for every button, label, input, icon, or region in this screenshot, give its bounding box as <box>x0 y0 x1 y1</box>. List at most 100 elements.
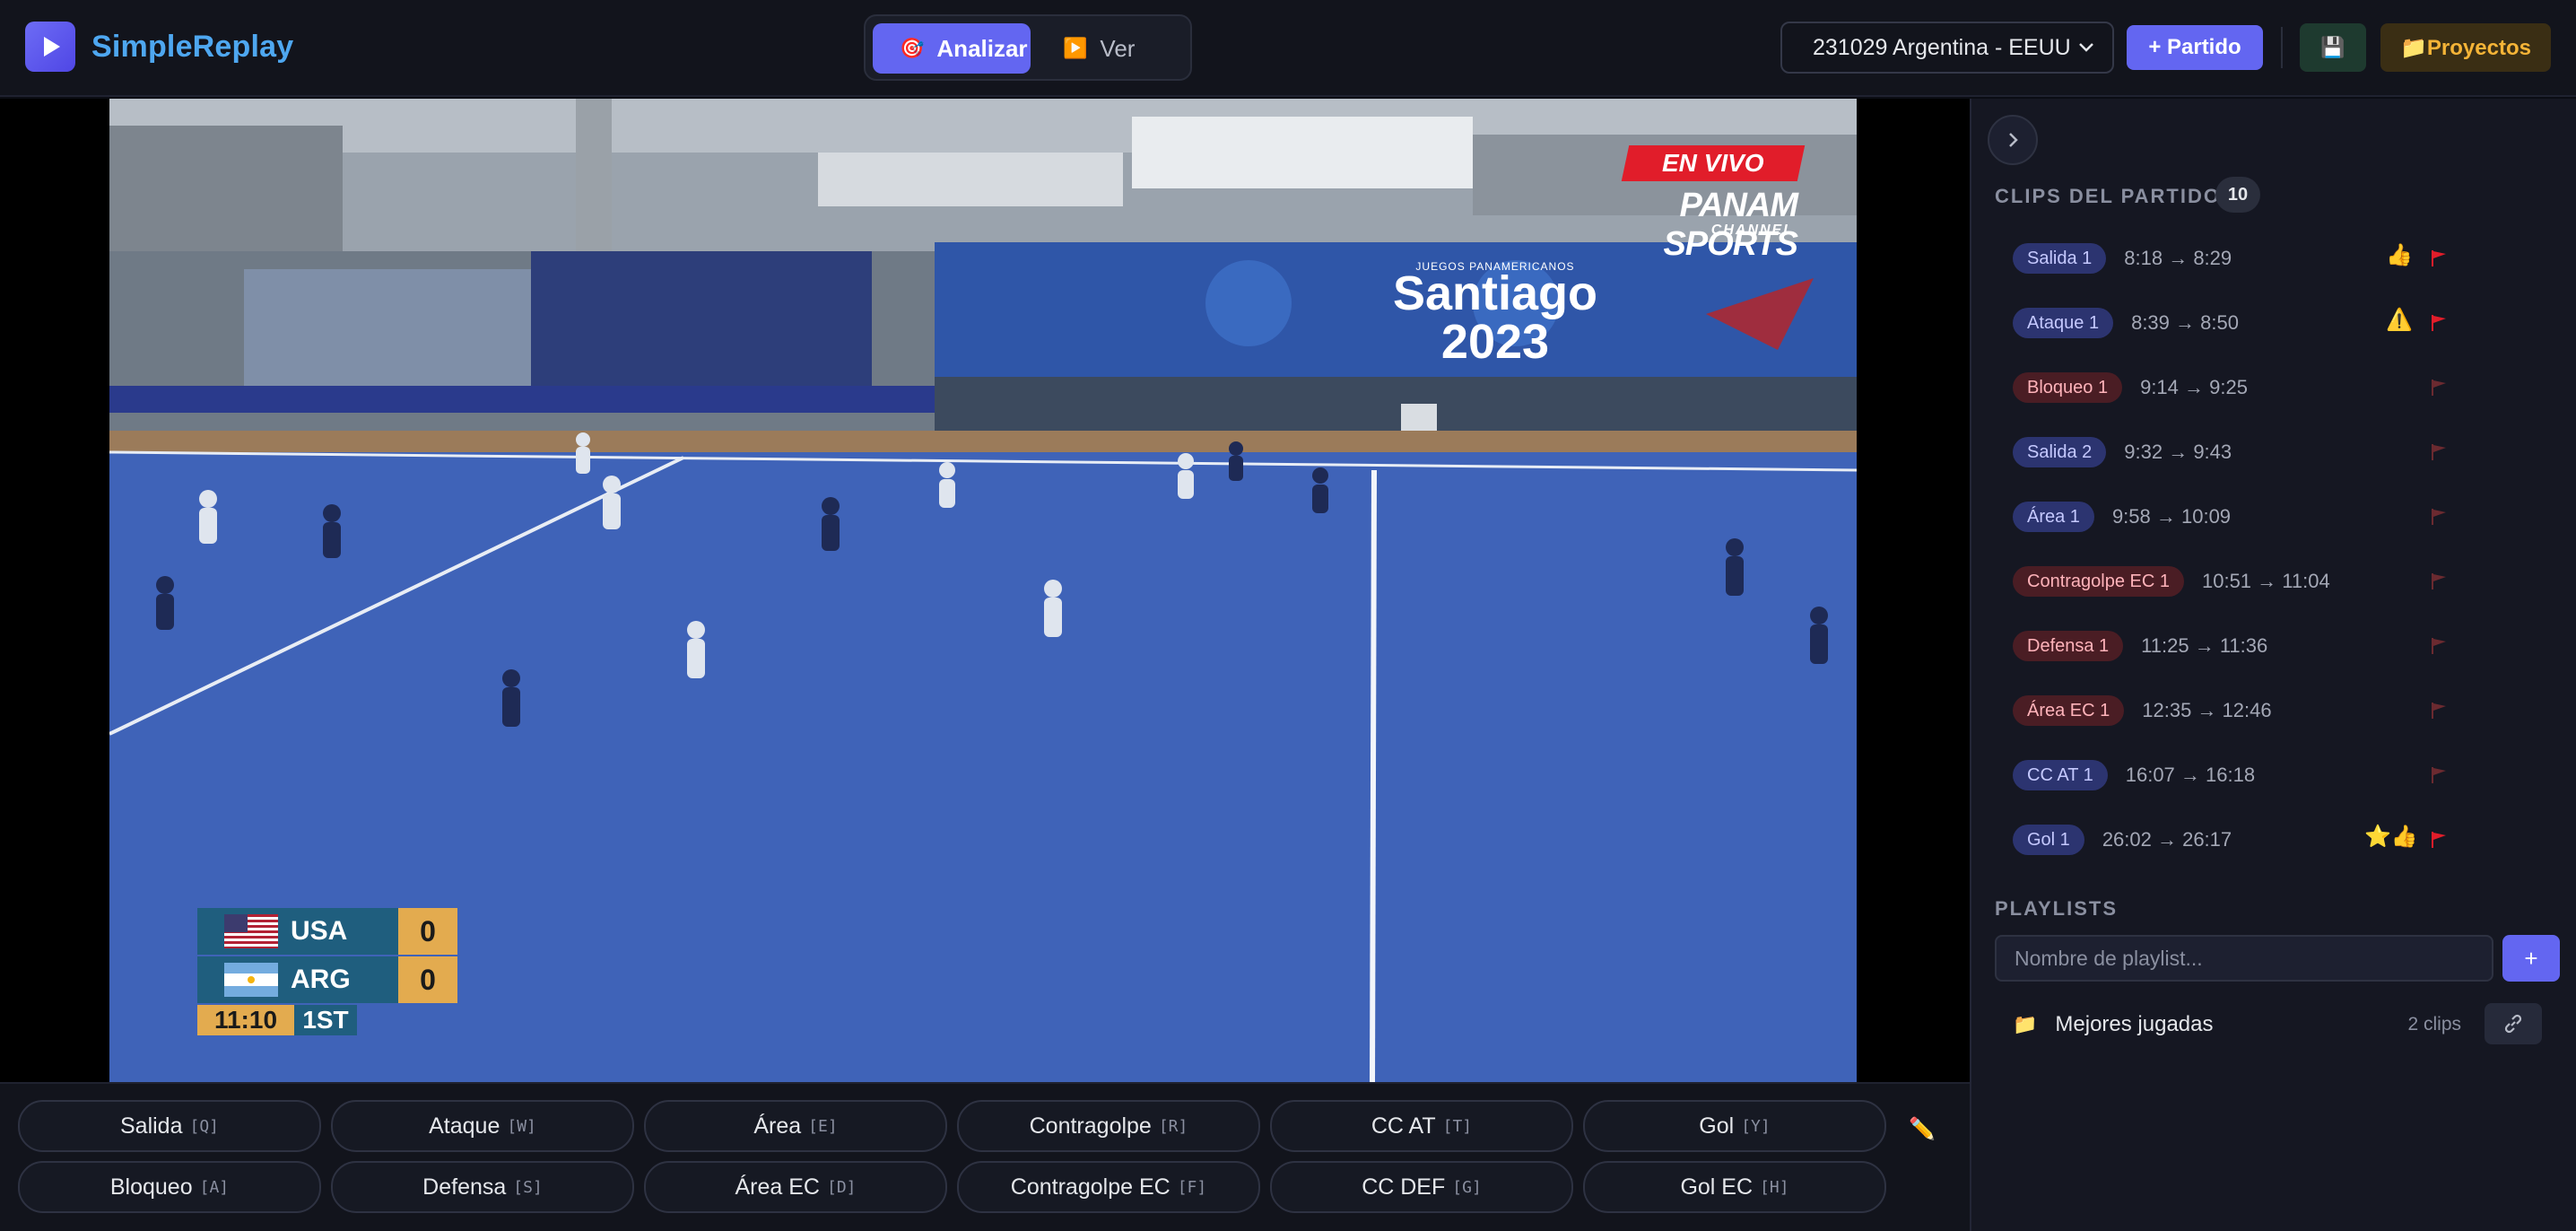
flag-icon[interactable] <box>2429 765 2449 785</box>
clip-item[interactable]: CC AT 1 16:07 → 16:18 <box>2013 757 2461 793</box>
tag-button-area-ec[interactable]: Área EC [D] <box>644 1161 947 1213</box>
thumbs-up-icon[interactable]: 👍 <box>2386 242 2413 268</box>
channel-logo-sub: CHANNEL <box>1710 223 1794 238</box>
playlist-clip-count: 2 clips <box>2407 1014 2461 1035</box>
folder-icon: 📁 <box>2013 1013 2038 1035</box>
clip-item[interactable]: Bloqueo 1 9:14 → 9:25 <box>2013 370 2461 406</box>
tag-shortcut: [D] <box>826 1177 857 1197</box>
mode-ver-label: Ver <box>1100 34 1136 62</box>
clip-range: 8:39 → 8:50 <box>2131 311 2239 334</box>
collapse-panel-button[interactable] <box>1988 115 2038 165</box>
pencil-edit-icon[interactable]: ✏️ <box>1909 1116 1936 1142</box>
tag-label: Salida <box>119 1113 183 1139</box>
tag-button-area[interactable]: Área [E] <box>644 1100 947 1152</box>
tag-label: Ataque <box>429 1113 500 1139</box>
scoreboard-row-usa: USA 0 <box>197 908 457 955</box>
tag-shortcut: [G] <box>1452 1177 1482 1197</box>
clip-range: 16:07 → 16:18 <box>2125 764 2256 786</box>
mode-switch: 🎯 Analizar ▶️ Ver <box>864 14 1192 81</box>
playlist-item[interactable]: 📁 Mejores jugadas 2 clips <box>2013 1000 2560 1050</box>
flag-icon[interactable] <box>2429 572 2449 591</box>
clip-item[interactable]: Área 1 9:58 → 10:09 <box>2013 499 2461 535</box>
add-playlist-button[interactable]: + <box>2502 935 2560 982</box>
play-logo-icon <box>25 22 75 72</box>
clip-range: 10:51 → 11:04 <box>2201 570 2330 592</box>
argentina-flag-icon <box>224 963 278 997</box>
play-button-icon: ▶️ <box>1063 37 1088 59</box>
clip-label: Área 1 <box>2013 502 2094 532</box>
tag-shortcut: [Q] <box>189 1116 219 1136</box>
share-link-button[interactable] <box>2485 1003 2542 1044</box>
tag-button-cc-def[interactable]: CC DEF [G] <box>1270 1161 1573 1213</box>
save-button[interactable]: 💾 <box>2300 23 2366 72</box>
video-frame[interactable]: JUEGOS PANAMERICANOS Santiago 2023 EN VI… <box>109 99 1857 1082</box>
flag-icon[interactable] <box>2429 701 2449 720</box>
clip-label: Salida 1 <box>2013 243 2107 274</box>
tag-label: Bloqueo <box>109 1174 193 1200</box>
add-match-button[interactable]: + Partido <box>2127 25 2263 70</box>
video-player[interactable]: JUEGOS PANAMERICANOS Santiago 2023 EN VI… <box>0 99 1970 1082</box>
match-select[interactable]: 231029 Argentina - EEUU <box>1780 22 2114 74</box>
app-logo[interactable]: SimpleReplay <box>25 22 293 72</box>
scoreboard-row-arg: ARG 0 <box>197 956 457 1003</box>
clip-range: 12:35 → 12:46 <box>2142 699 2272 721</box>
tag-button-gol[interactable]: Gol [Y] <box>1583 1100 1886 1152</box>
tag-button-ataque[interactable]: Ataque [W] <box>331 1100 634 1152</box>
clips-side-panel: CLIPS DEL PARTIDO 10 Salida 1 8:18 → 8:29… <box>1970 99 2576 1231</box>
team-score: 0 <box>398 908 457 955</box>
tag-button-defensa[interactable]: Defensa [S] <box>331 1161 634 1213</box>
mode-analizar-label: Analizar <box>936 34 1028 62</box>
header-divider <box>2281 27 2283 68</box>
chevron-right-icon <box>2009 133 2018 147</box>
clips-section-title: CLIPS DEL PARTIDO <box>1995 185 2221 207</box>
tag-button-bloqueo[interactable]: Bloqueo [A] <box>18 1161 321 1213</box>
clip-item[interactable]: Contragolpe EC 1 10:51 → 11:04 <box>2013 563 2461 599</box>
mode-analizar-button[interactable]: 🎯 Analizar <box>873 23 1031 74</box>
clip-range: 8:18 → 8:29 <box>2124 247 2232 269</box>
link-icon <box>2504 1014 2522 1034</box>
tag-shortcut: [E] <box>808 1116 838 1136</box>
clip-label: Bloqueo 1 <box>2013 372 2123 403</box>
clip-range: 11:25 → 11:36 <box>2141 634 2268 657</box>
playlists-section-title: PLAYLISTS <box>1995 897 2118 920</box>
floppy-disk-icon: 💾 <box>2320 36 2345 58</box>
playlist-name-input[interactable] <box>1995 935 2493 982</box>
projects-button[interactable]: 📁Proyectos <box>2380 23 2551 72</box>
clip-item[interactable]: Salida 2 9:32 → 9:43 <box>2013 434 2461 470</box>
clip-label: Salida 2 <box>2013 437 2107 467</box>
clip-item[interactable]: Defensa 1 11:25 → 11:36 <box>2013 628 2461 664</box>
chevron-down-icon <box>2079 43 2093 52</box>
usa-flag-icon <box>224 914 278 948</box>
star-thumbs-up-icon[interactable]: ⭐👍 <box>2364 824 2418 850</box>
tag-button-salida[interactable]: Salida [Q] <box>18 1100 321 1152</box>
tag-shortcut: [A] <box>199 1177 230 1197</box>
tag-button-contragolpe[interactable]: Contragolpe [R] <box>957 1100 1260 1152</box>
tag-shortcut: [F] <box>1177 1177 1207 1197</box>
warning-icon[interactable]: ⚠️ <box>2386 307 2413 333</box>
tag-button-bar: Salida [Q] Ataque [W] Área [E] Contragolpe [… <box>0 1082 1970 1231</box>
flag-icon[interactable] <box>2429 378 2449 397</box>
clip-label: Defensa 1 <box>2013 631 2124 661</box>
flag-icon[interactable] <box>2429 313 2449 333</box>
app-name: SimpleReplay <box>91 29 294 64</box>
tag-button-contragolpe-ec[interactable]: Contragolpe EC [F] <box>957 1161 1260 1213</box>
mode-ver-button[interactable]: ▶️ Ver <box>1045 23 1179 74</box>
flag-icon[interactable] <box>2429 442 2449 462</box>
team-score: 0 <box>398 956 457 1003</box>
live-badge: EN VIVO <box>1621 145 1806 181</box>
tag-button-cc-at[interactable]: CC AT [T] <box>1270 1100 1573 1152</box>
tag-shortcut: [Y] <box>1741 1116 1771 1136</box>
tag-button-gol-ec[interactable]: Gol EC [H] <box>1583 1161 1886 1213</box>
clip-label: Ataque 1 <box>2013 308 2114 338</box>
clip-range: 26:02 → 26:17 <box>2102 828 2232 851</box>
flag-icon[interactable] <box>2429 507 2449 527</box>
tag-label: Área <box>753 1113 802 1139</box>
game-clock: 11:10 <box>197 1005 294 1035</box>
flag-icon[interactable] <box>2429 636 2449 656</box>
flag-icon[interactable] <box>2429 249 2449 268</box>
clip-item[interactable]: Área EC 1 12:35 → 12:46 <box>2013 693 2461 729</box>
game-period: 1ST <box>294 1005 357 1035</box>
clip-range: 9:58 → 10:09 <box>2111 505 2232 528</box>
flag-icon[interactable] <box>2429 830 2449 850</box>
playlist-name: Mejores jugadas <box>2055 1012 2214 1036</box>
